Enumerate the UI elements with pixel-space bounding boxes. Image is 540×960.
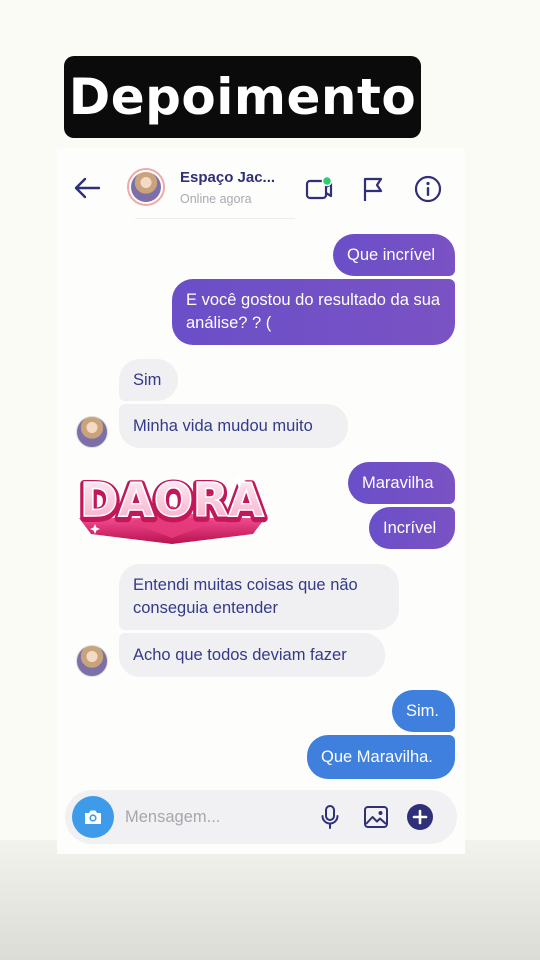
daora-sticker[interactable]: DAORA DAORA — [71, 464, 273, 546]
info-button[interactable] — [413, 174, 443, 204]
message-outgoing[interactable]: Maravilha — [348, 462, 455, 504]
header-divider — [135, 218, 295, 219]
plus-icon — [407, 804, 433, 830]
microphone-button[interactable] — [316, 803, 344, 831]
camera-button[interactable] — [72, 796, 114, 838]
story-title-badge: Depoimento — [64, 56, 421, 138]
message-input[interactable] — [125, 806, 305, 828]
chat-header: Espaço Jac... Online agora — [57, 148, 465, 220]
video-call-button[interactable] — [304, 174, 334, 204]
info-icon — [414, 175, 442, 203]
message-incoming[interactable]: Entendi muitas coisas que não conseguia … — [119, 564, 399, 630]
sender-avatar — [76, 645, 108, 677]
message-outgoing[interactable]: Incrível — [369, 507, 455, 549]
message-outgoing[interactable]: Sim. — [392, 690, 455, 732]
message-incoming[interactable]: Minha vida mudou muito — [119, 404, 348, 448]
add-button[interactable] — [406, 803, 434, 831]
message-incoming[interactable]: Acho que todos deviam fazer — [119, 633, 385, 677]
contact-name[interactable]: Espaço Jac... — [180, 169, 290, 186]
report-button[interactable] — [358, 174, 388, 204]
sticker-image: DAORA DAORA — [76, 471, 268, 544]
video-call-icon — [305, 175, 333, 200]
gallery-button[interactable] — [362, 803, 390, 831]
message-outgoing[interactable]: E você gostou do resultado da sua anális… — [172, 279, 455, 345]
chat-screen: Espaço Jac... Online agora Que incrível … — [57, 148, 465, 854]
flag-icon — [363, 177, 383, 201]
message-outgoing[interactable]: Que Maravilha. — [307, 735, 455, 779]
back-button[interactable] — [71, 174, 103, 202]
contact-avatar[interactable] — [127, 168, 165, 206]
arrow-left-icon — [74, 177, 101, 199]
image-gallery-icon — [364, 806, 388, 828]
background-fade — [0, 840, 540, 960]
camera-icon — [85, 810, 101, 824]
message-outgoing[interactable]: Que incrível — [333, 234, 455, 276]
contact-status: Online agora — [180, 192, 252, 206]
sender-avatar — [76, 416, 108, 448]
message-incoming[interactable]: Sim — [119, 359, 178, 401]
contact-avatar-image — [131, 172, 161, 202]
message-composer — [65, 790, 457, 844]
microphone-icon — [321, 805, 339, 829]
